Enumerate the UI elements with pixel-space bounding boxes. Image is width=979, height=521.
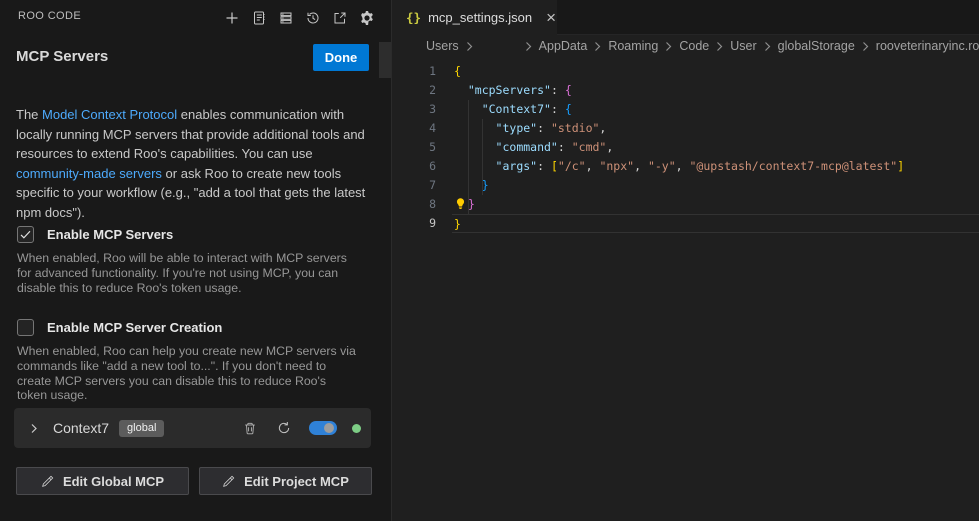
tab-mcp-settings[interactable]: {} mcp_settings.json ×: [392, 0, 557, 35]
community-servers-link[interactable]: community-made servers: [16, 166, 162, 181]
code-line: 9}: [392, 214, 979, 233]
intro-text-1: The: [16, 107, 42, 122]
breadcrumb-chevron-icon: [861, 41, 870, 52]
code-line-text: "command": "cmd",: [454, 138, 979, 157]
enable-mcp-servers-checkbox[interactable]: Enable MCP Servers: [17, 226, 173, 243]
breadcrumb-item[interactable]: Roaming: [608, 39, 658, 53]
breadcrumb-chevron-icon: [524, 41, 533, 52]
line-number: 6: [392, 157, 436, 176]
code-line: 8}: [392, 195, 979, 214]
server-name: Context7: [53, 420, 109, 436]
code-line-text: "type": "stdio",: [454, 119, 979, 138]
editor-tab-bar: {} mcp_settings.json ×: [392, 0, 979, 35]
code-line: 2 "mcpServers": {: [392, 81, 979, 100]
history-icon[interactable]: [303, 8, 322, 27]
done-button[interactable]: Done: [313, 44, 369, 71]
code-line: 7 }: [392, 176, 979, 195]
code-line: 3 "Context7": {: [392, 100, 979, 119]
page-title: MCP Servers: [16, 48, 108, 65]
sidebar-scrollbar-thumb[interactable]: [379, 42, 391, 78]
mcp-protocol-link[interactable]: Model Context Protocol: [42, 107, 177, 122]
line-number: 1: [392, 62, 436, 81]
checkbox-box[interactable]: [17, 226, 34, 243]
breadcrumb-chevron-icon: [465, 41, 474, 52]
code-line-text: "mcpServers": {: [454, 81, 979, 100]
edit-global-mcp-button[interactable]: Edit Global MCP: [16, 467, 189, 495]
code-lines: 1{2 "mcpServers": {3 "Context7": {4 "typ…: [392, 62, 979, 233]
edit-project-mcp-button[interactable]: Edit Project MCP: [199, 467, 372, 495]
plus-icon[interactable]: [222, 8, 241, 27]
refresh-icon[interactable]: [275, 419, 293, 437]
breadcrumb-item[interactable]: Code: [679, 39, 709, 53]
line-number: 4: [392, 119, 436, 138]
code-line: 1{: [392, 62, 979, 81]
editor-pane: {} mcp_settings.json × Users AppData Roami…: [392, 0, 979, 521]
code-line: 5 "command": "cmd",: [392, 138, 979, 157]
code-editor[interactable]: 1{2 "mcpServers": {3 "Context7": {4 "typ…: [392, 57, 979, 233]
json-icon: {}: [406, 10, 421, 25]
code-line-text: }: [454, 176, 979, 195]
pencil-icon: [41, 475, 54, 488]
breadcrumb-item[interactable]: Users: [426, 39, 459, 53]
trash-icon[interactable]: [241, 419, 259, 437]
code-line-text: "Context7": {: [454, 100, 979, 119]
breadcrumb-chevron-icon: [715, 41, 724, 52]
checkbox-box[interactable]: [17, 319, 34, 336]
toggle-knob: [324, 423, 334, 433]
line-number: 5: [392, 138, 436, 157]
breadcrumb-item[interactable]: AppData: [539, 39, 588, 53]
server-scope-badge: global: [119, 420, 164, 437]
line-number: 7: [392, 176, 436, 195]
indent-guide: [468, 100, 469, 214]
roo-code-sidebar: ROO CODE MCP Servers Done The Model Cont…: [0, 0, 392, 521]
extension-title: ROO CODE: [18, 10, 81, 22]
checkbox-label: Enable MCP Server Creation: [47, 320, 222, 335]
server-row-context7[interactable]: Context7 global: [14, 408, 371, 448]
line-number: 9: [392, 214, 436, 233]
code-line: 4 "type": "stdio",: [392, 119, 979, 138]
line-number: 3: [392, 100, 436, 119]
breadcrumb-item[interactable]: rooveterinaryinc.roo-cline: [876, 39, 979, 53]
notepad-icon[interactable]: [249, 8, 268, 27]
indent-guide: [482, 119, 483, 195]
pencil-icon: [222, 475, 235, 488]
enable-mcp-creation-description: When enabled, Roo can help you create ne…: [17, 344, 357, 403]
code-line-text: {: [454, 62, 979, 81]
breadcrumb-chevron-icon: [593, 41, 602, 52]
breadcrumb-chevron-icon: [763, 41, 772, 52]
enable-mcp-servers-description: When enabled, Roo will be able to intera…: [17, 251, 357, 295]
code-line-text: }: [454, 195, 979, 214]
lightbulb-icon[interactable]: [454, 197, 468, 211]
code-line: 6 "args": ["/c", "npx", "-y", "@upstash/…: [392, 157, 979, 176]
server-status-dot: [352, 424, 361, 433]
breadcrumb: Users AppData Roaming Code User globalStorage…: [392, 35, 979, 57]
chevron-right-icon[interactable]: [28, 419, 40, 437]
enable-mcp-creation-checkbox[interactable]: Enable MCP Server Creation: [17, 319, 222, 336]
check-icon: [19, 228, 32, 241]
edit-buttons-row: Edit Global MCP Edit Project MCP: [16, 467, 372, 495]
open-external-icon[interactable]: [330, 8, 349, 27]
close-icon[interactable]: ×: [546, 9, 556, 26]
code-line-text: "args": ["/c", "npx", "-y", "@upstash/co…: [454, 157, 979, 176]
tab-label: mcp_settings.json: [428, 10, 532, 25]
breadcrumb-chevron-icon: [664, 41, 673, 52]
code-line-text: }: [452, 214, 979, 233]
edit-global-mcp-label: Edit Global MCP: [63, 474, 164, 489]
line-number: 2: [392, 81, 436, 100]
sidebar-toolbar: [222, 8, 376, 27]
breadcrumb-item[interactable]: User: [730, 39, 756, 53]
mcp-server-icon[interactable]: [276, 8, 295, 27]
edit-project-mcp-label: Edit Project MCP: [244, 474, 349, 489]
intro-paragraph: The Model Context Protocol enables commu…: [16, 105, 372, 222]
server-enabled-toggle[interactable]: [309, 421, 337, 435]
line-number: 8: [392, 195, 436, 214]
breadcrumb-item[interactable]: globalStorage: [778, 39, 855, 53]
gear-icon[interactable]: [357, 8, 376, 27]
checkbox-label: Enable MCP Servers: [47, 227, 173, 242]
